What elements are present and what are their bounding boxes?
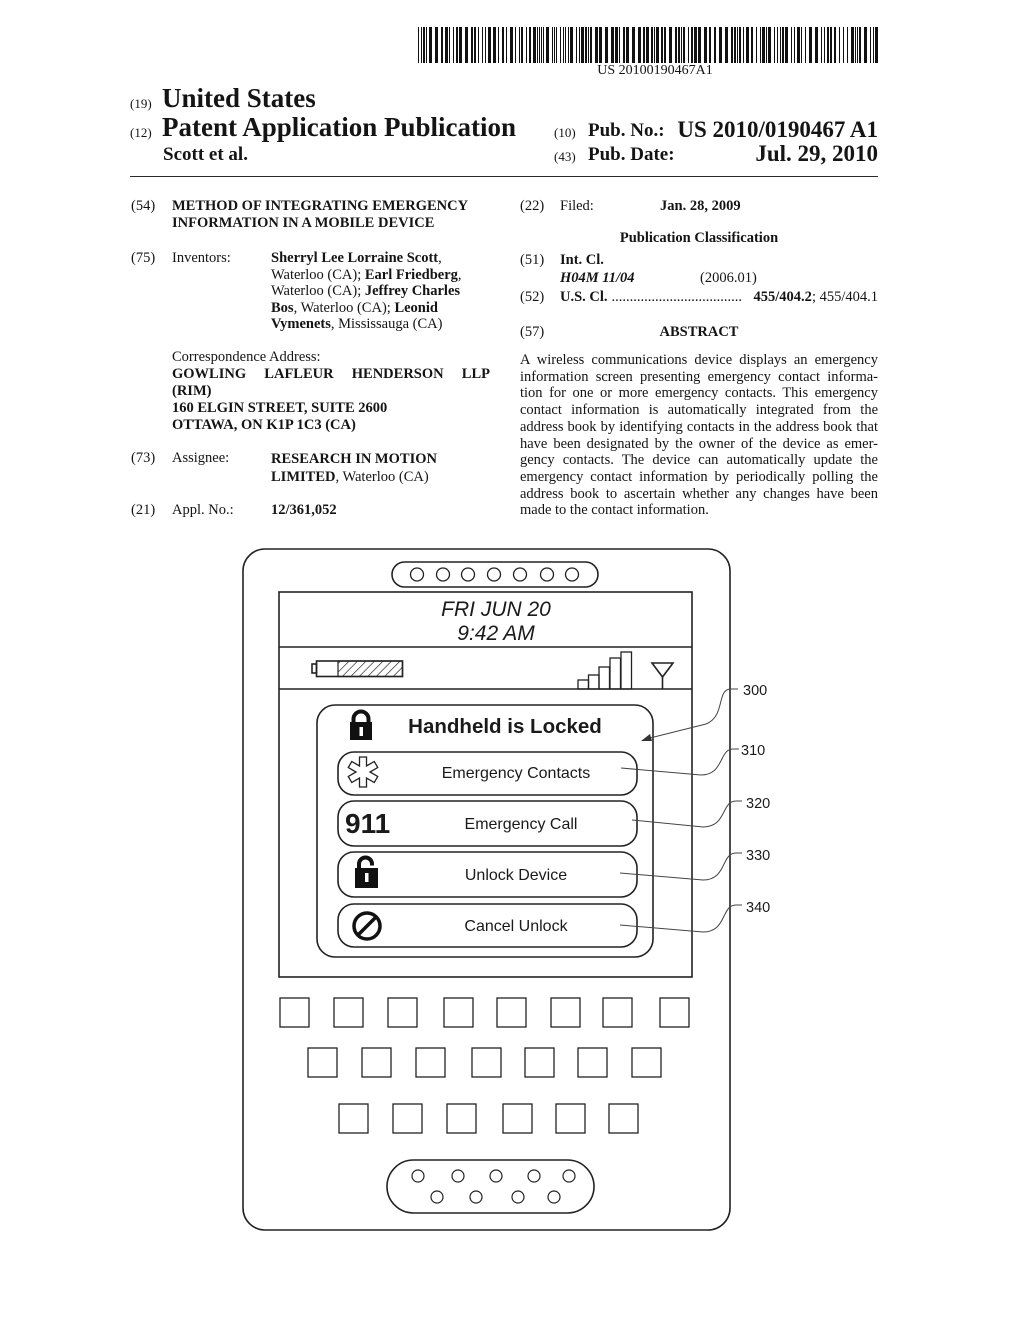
keyboard-key [631, 1047, 662, 1078]
keyboard-key [471, 1047, 502, 1078]
trackpad-hole [469, 1190, 483, 1204]
emergency-contacts-button: Emergency Contacts [337, 751, 638, 796]
trackpad-holes [411, 1169, 576, 1204]
dialog-title: Handheld is Locked [408, 715, 602, 738]
keyboard-key [415, 1047, 446, 1078]
trackpad-hole [451, 1169, 465, 1183]
button-label: Cancel Unlock [464, 918, 568, 935]
keyboard-key [524, 1047, 555, 1078]
patent-figure: FRI JUN 20 9:42 AM Handheld is Locked Em [242, 548, 770, 1231]
cancel-unlock-button: Cancel Unlock [337, 903, 638, 948]
button-label: Unlock Device [465, 867, 567, 884]
speaker-hole [512, 567, 528, 582]
callout-label-310: 310 [741, 743, 765, 759]
speaker-hole [564, 567, 580, 582]
callout-label-330: 330 [746, 848, 770, 864]
signal-bar [609, 657, 622, 690]
keyboard-key [279, 997, 310, 1028]
trackpad [386, 1159, 595, 1214]
signal-bar [598, 666, 611, 690]
speaker-hole [435, 567, 451, 582]
signal-bar [577, 679, 590, 690]
star-of-life-icon [347, 756, 379, 788]
keyboard-key [577, 1047, 608, 1078]
unlock-icon [355, 855, 378, 888]
keyboard-key [659, 997, 690, 1028]
trackpad-hole [511, 1190, 525, 1204]
emergency-call-button: 911 Emergency Call [337, 800, 638, 847]
signal-bar [620, 651, 633, 690]
unlock-device-button: Unlock Device [337, 851, 638, 898]
keyboard-key [392, 1103, 423, 1134]
screen-date: FRI JUN 20 [441, 598, 551, 621]
antenna-icon [650, 662, 675, 689]
keyboard-key [387, 997, 418, 1028]
callout-leader-320 [631, 800, 742, 828]
keyboard-key [555, 1103, 586, 1134]
speaker-hole [409, 567, 425, 582]
signal-strength-icon [577, 651, 633, 690]
trackpad-hole [489, 1169, 503, 1183]
speaker-hole [486, 567, 502, 582]
locked-dialog: Handheld is Locked Emergency Contacts 91… [316, 704, 654, 958]
trackpad-hole [411, 1169, 425, 1183]
keyboard-key [496, 997, 527, 1028]
emergency-number-icon: 911 [345, 808, 390, 839]
keyboard-key [361, 1047, 392, 1078]
callout-arrowhead-300 [641, 734, 652, 741]
speaker-hole [539, 567, 555, 582]
keyboard [279, 997, 690, 1134]
trackpad-hole [547, 1190, 561, 1204]
callout-leader-330 [619, 852, 742, 881]
keyboard-key [333, 997, 364, 1028]
callout-label-340: 340 [746, 900, 770, 916]
antenna-head [650, 662, 675, 679]
keyboard-key [443, 997, 474, 1028]
speaker-hole [460, 567, 476, 582]
trackpad-hole [527, 1169, 541, 1183]
callout-label-320: 320 [746, 796, 770, 812]
cancel-icon [352, 911, 382, 941]
battery-icon [311, 660, 404, 678]
keyboard-key [338, 1103, 369, 1134]
keyboard-key [550, 997, 581, 1028]
keyboard-key [307, 1047, 338, 1078]
battery-level-fill [337, 660, 404, 678]
trackpad-hole [562, 1169, 576, 1183]
callout-leader-340 [619, 904, 742, 933]
button-label: Emergency Call [465, 816, 578, 833]
device-body [242, 548, 731, 1231]
callout-leader-310 [620, 748, 739, 776]
screen-time: 9:42 AM [457, 622, 535, 645]
keyboard-key [446, 1103, 477, 1134]
keyboard-key [602, 997, 633, 1028]
keyboard-key [502, 1103, 533, 1134]
status-bar [279, 646, 692, 690]
callout-label-300: 300 [743, 683, 767, 699]
keyboard-key [608, 1103, 639, 1134]
button-label: Emergency Contacts [442, 765, 591, 782]
callouts: 300 310 320 330 340 [619, 683, 770, 933]
signal-bar [587, 674, 600, 690]
trackpad-hole [430, 1190, 444, 1204]
speaker-holes [409, 567, 580, 582]
lock-icon [350, 709, 372, 740]
